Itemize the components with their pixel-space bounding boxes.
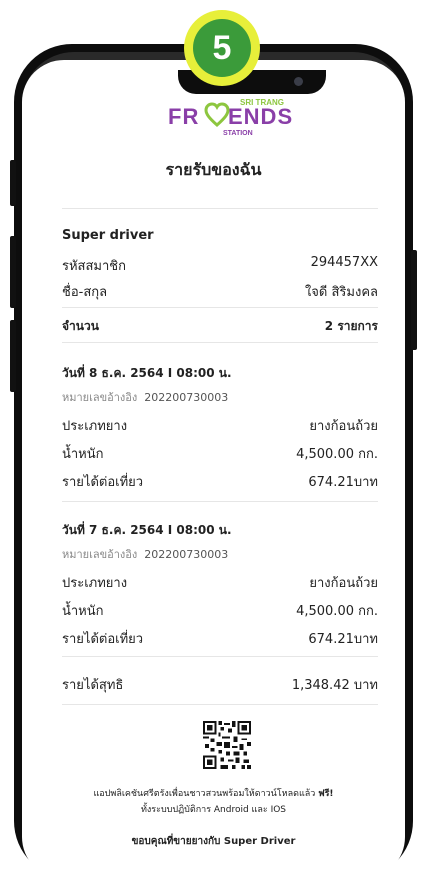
- transaction-type-row: ประเภทยาง ยางก้อนถ้วย: [62, 572, 378, 592]
- transaction-date-row: วันที่ 8 ธ.ค. 2564 I 08:00 น.: [62, 364, 378, 384]
- member-name-label: ชื่อ-สกุล: [62, 285, 108, 300]
- transaction-income-label: รายได้ต่อเที่ยว: [62, 475, 144, 490]
- divider: [62, 704, 378, 705]
- heart-icon: [204, 102, 230, 127]
- transaction-type-label: ประเภทยาง: [62, 576, 128, 591]
- footer-download-text: แอปพลิเคชันศรีตรังเพื่อนชาวสวนพร้อมให้ดา…: [0, 786, 427, 800]
- summary-count-value: 2 รายการ: [324, 319, 378, 333]
- transaction-weight-row: น้ำหนัก 4,500.00 กก.: [62, 600, 378, 620]
- total-label: รายได้สุทธิ: [62, 678, 124, 693]
- transaction-income-label: รายได้ต่อเที่ยว: [62, 632, 144, 647]
- total-value: 1,348.42 บาท: [291, 678, 378, 693]
- transaction-weight-row: น้ำหนัก 4,500.00 กก.: [62, 443, 378, 463]
- divider: [62, 307, 378, 308]
- summary-count-row: จำนวน 2 รายการ: [62, 317, 378, 337]
- transaction-ref-value: 202200730003: [144, 391, 229, 404]
- divider: [62, 342, 378, 343]
- transaction-weight-value: 4,500.00 กก.: [296, 604, 378, 619]
- qr-code[interactable]: [203, 721, 251, 769]
- transaction-ref-row: หมายเลขอ้างอิง 202200730003: [62, 545, 378, 565]
- member-id-value: 294457XX: [310, 255, 378, 270]
- total-row: รายได้สุทธิ 1,348.42 บาท: [62, 674, 378, 694]
- member-role-row: Super driver: [62, 228, 378, 248]
- divider: [62, 208, 378, 209]
- logo-word-right: ENDS: [228, 104, 294, 129]
- phone-power-button: [411, 250, 417, 350]
- step-badge: 5: [184, 10, 260, 86]
- transaction-type-row: ประเภทยาง ยางก้อนถ้วย: [62, 415, 378, 435]
- member-name-value: ใจดี สิริมงคล: [304, 285, 378, 300]
- transaction-weight-value: 4,500.00 กก.: [296, 447, 378, 462]
- divider: [62, 501, 378, 502]
- transaction-income-row: รายได้ต่อเที่ยว 674.21บาท: [62, 471, 378, 491]
- transaction-weight-label: น้ำหนัก: [62, 447, 104, 462]
- transaction-type-label: ประเภทยาง: [62, 419, 128, 434]
- step-number: 5: [193, 19, 251, 77]
- member-role: Super driver: [62, 228, 154, 243]
- transaction-income-row: รายได้ต่อเที่ยว 674.21บาท: [62, 628, 378, 648]
- logo-bottom-text: STATION: [223, 130, 253, 137]
- member-id-row: รหัสสมาชิก 294457XX: [62, 255, 378, 275]
- transaction-date: วันที่ 7 ธ.ค. 2564 I 08:00 น.: [62, 523, 232, 537]
- summary-count-label: จำนวน: [62, 319, 99, 333]
- transaction-date-row: วันที่ 7 ธ.ค. 2564 I 08:00 น.: [62, 521, 378, 541]
- friends-logo: SRI TRANG FR ENDS STATION: [168, 96, 292, 144]
- footer-platforms-text: ทั้งระบบปฏิบัติการ Android และ IOS: [140, 805, 287, 815]
- transaction-ref-label: หมายเลขอ้างอิง: [62, 391, 138, 404]
- transaction-type-value: ยางก้อนถ้วย: [309, 576, 378, 591]
- camera-icon: [294, 77, 303, 86]
- logo-word-left: FR: [168, 104, 200, 129]
- footer-free-label: ฟรี!: [318, 789, 334, 799]
- phone-volume-up-button: [10, 236, 16, 308]
- transaction-income-value: 674.21บาท: [308, 475, 378, 490]
- transaction-weight-label: น้ำหนัก: [62, 604, 104, 619]
- transaction-date: วันที่ 8 ธ.ค. 2564 I 08:00 น.: [62, 366, 232, 380]
- transaction-ref-label: หมายเลขอ้างอิง: [62, 548, 138, 561]
- member-name-row: ชื่อ-สกุล ใจดี สิริมงคล: [62, 281, 378, 301]
- footer-thanks-text: ขอบคุณที่ขายยางกับ Super Driver: [131, 836, 296, 847]
- transaction-ref-value: 202200730003: [144, 548, 229, 561]
- transaction-ref-row: หมายเลขอ้างอิง 202200730003: [62, 388, 378, 408]
- footer-download-line: แอปพลิเคชันศรีตรังเพื่อนชาวสวนพร้อมให้ดา…: [93, 789, 316, 799]
- page-title: รายรับของฉัน: [165, 160, 262, 179]
- divider: [62, 656, 378, 657]
- member-id-label: รหัสสมาชิก: [62, 259, 126, 274]
- transaction-income-value: 674.21บาท: [308, 632, 378, 647]
- transaction-type-value: ยางก้อนถ้วย: [309, 419, 378, 434]
- phone-volume-down-button: [10, 320, 16, 392]
